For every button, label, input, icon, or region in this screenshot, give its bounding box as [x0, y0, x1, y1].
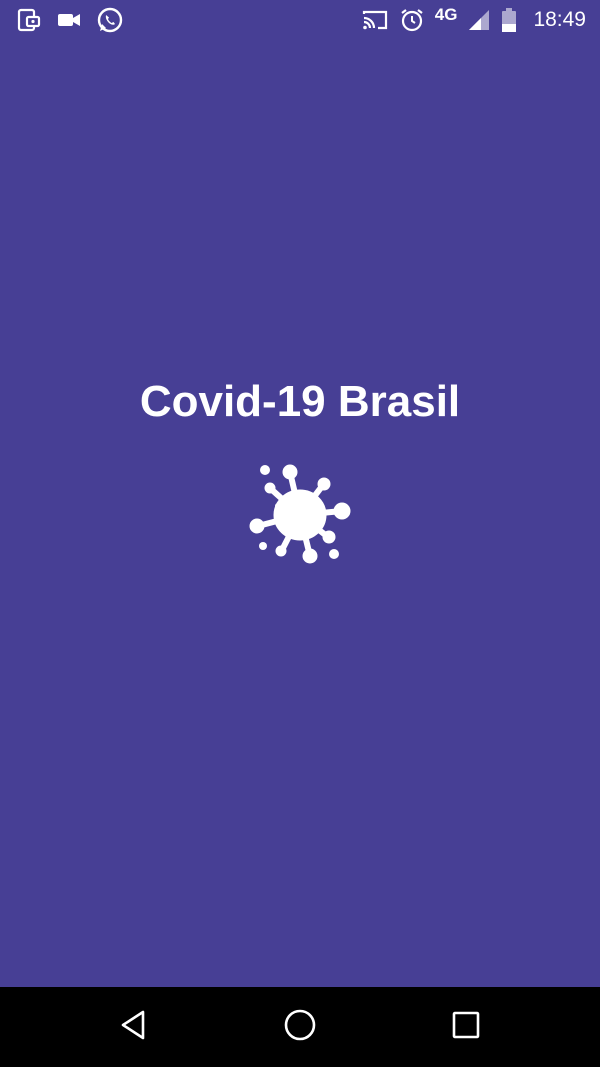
video-camera-icon — [56, 7, 82, 33]
alarm-icon — [399, 7, 425, 33]
status-time: 18:49 — [533, 8, 586, 31]
battery-icon — [501, 7, 517, 33]
app-title: Covid-19 Brasil — [139, 377, 461, 426]
network-type-label: 4G — [434, 5, 458, 24]
splash-screen: 4G 18:49 Covid-19 Brasil — [0, 0, 600, 1067]
cast-icon — [361, 7, 389, 33]
recents-icon — [449, 1008, 483, 1047]
back-icon — [117, 1008, 151, 1047]
home-icon — [283, 1008, 317, 1047]
recents-button[interactable] — [446, 1007, 486, 1047]
back-button[interactable] — [114, 1007, 154, 1047]
notification-icons — [16, 6, 124, 34]
signal-icon — [467, 8, 491, 32]
virus-icon — [244, 458, 356, 570]
screen-share-icon — [16, 7, 42, 33]
status-bar: 4G 18:49 — [0, 0, 600, 40]
whatsapp-icon — [96, 6, 124, 34]
home-button[interactable] — [280, 1007, 320, 1047]
system-icons: 4G 18:49 — [361, 5, 586, 34]
navigation-bar — [0, 987, 600, 1067]
